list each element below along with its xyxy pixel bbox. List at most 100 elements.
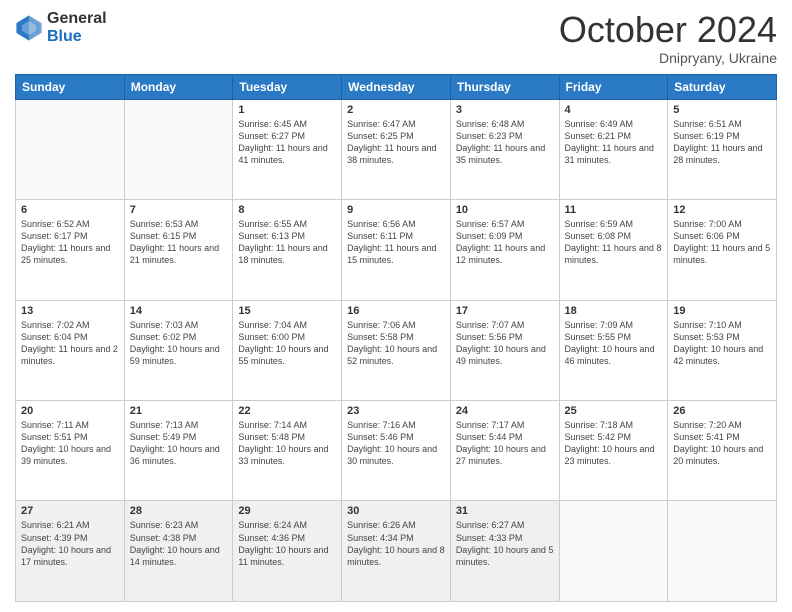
day-info: Sunrise: 6:45 AM Sunset: 6:27 PM Dayligh… [238,118,336,167]
col-wednesday: Wednesday [342,74,451,99]
day-number: 12 [673,204,771,216]
day-cell: 26Sunrise: 7:20 AM Sunset: 5:41 PM Dayli… [668,401,777,501]
day-cell: 6 Sunrise: 6:52 AM Sunset: 6:17 PM Daylig… [16,200,125,300]
day-cell: 14 Sunrise: 7:03 AM Sunset: 6:02 PM Dayli… [124,300,233,400]
day-number: 22 [238,405,336,417]
day-info: Sunrise: 7:09 AM Sunset: 5:55 PM Dayligh… [565,319,663,368]
day-cell: 11Sunrise: 6:59 AM Sunset: 6:08 PM Dayli… [559,200,668,300]
day-info: Sunrise: 7:06 AM Sunset: 5:58 PM Dayligh… [347,319,445,368]
day-cell: 19 Sunrise: 7:10 AM Sunset: 5:53 PM Dayli… [668,300,777,400]
day-cell: 25 Sunrise: 7:18 AM Sunset: 5:42 PM Dayli… [559,401,668,501]
day-info: Sunrise: 7:17 AM Sunset: 5:44 PM Dayligh… [456,419,554,468]
day-number: 14 [130,305,228,317]
col-tuesday: Tuesday [233,74,342,99]
day-cell: 21Sunrise: 7:13 AM Sunset: 5:49 PM Dayli… [124,401,233,501]
day-cell: 7 Sunrise: 6:53 AM Sunset: 6:15 PM Daylig… [124,200,233,300]
day-info: Sunrise: 6:48 AM Sunset: 6:23 PM Dayligh… [456,118,554,167]
day-info: Sunrise: 6:21 AM Sunset: 4:39 PM Dayligh… [21,519,119,568]
logo-text: General Blue [47,10,107,45]
day-number: 29 [238,505,336,517]
day-cell: 12 Sunrise: 7:00 AM Sunset: 6:06 PM Dayli… [668,200,777,300]
day-number: 26 [673,405,771,417]
day-number: 1 [238,104,336,116]
day-number: 8 [238,204,336,216]
day-info: Sunrise: 6:23 AM Sunset: 4:38 PM Dayligh… [130,519,228,568]
week-row-5: 27 Sunrise: 6:21 AM Sunset: 4:39 PM Dayli… [16,501,777,602]
title-section: October 2024 Dnipryany, Ukraine [559,10,777,66]
day-number: 4 [565,104,663,116]
day-info: Sunrise: 7:07 AM Sunset: 5:56 PM Dayligh… [456,319,554,368]
day-cell [668,501,777,602]
header: General Blue October 2024 Dnipryany, Ukr… [15,10,777,66]
day-cell: 8 Sunrise: 6:55 AM Sunset: 6:13 PM Daylig… [233,200,342,300]
day-number: 24 [456,405,554,417]
day-info: Sunrise: 6:53 AM Sunset: 6:15 PM Dayligh… [130,218,228,267]
day-number: 30 [347,505,445,517]
day-info: Sunrise: 7:14 AM Sunset: 5:48 PM Dayligh… [238,419,336,468]
day-cell: 24 Sunrise: 7:17 AM Sunset: 5:44 PM Dayli… [450,401,559,501]
month-title: October 2024 [559,10,777,50]
day-number: 6 [21,204,119,216]
week-row-3: 13 Sunrise: 7:02 AM Sunset: 6:04 PM Dayli… [16,300,777,400]
day-info: Sunrise: 6:47 AM Sunset: 6:25 PM Dayligh… [347,118,445,167]
day-number: 10 [456,204,554,216]
day-number: 5 [673,104,771,116]
day-info: Sunrise: 7:02 AM Sunset: 6:04 PM Dayligh… [21,319,119,368]
week-row-1: 1 Sunrise: 6:45 AM Sunset: 6:27 PM Daylig… [16,99,777,199]
day-info: Sunrise: 7:18 AM Sunset: 5:42 PM Dayligh… [565,419,663,468]
day-info: Sunrise: 6:56 AM Sunset: 6:11 PM Dayligh… [347,218,445,267]
day-number: 2 [347,104,445,116]
calendar-header: Sunday Monday Tuesday Wednesday Thursday… [16,74,777,99]
day-cell: 3 Sunrise: 6:48 AM Sunset: 6:23 PM Daylig… [450,99,559,199]
day-info: Sunrise: 6:26 AM Sunset: 4:34 PM Dayligh… [347,519,445,568]
day-number: 13 [21,305,119,317]
day-cell: 18 Sunrise: 7:09 AM Sunset: 5:55 PM Dayli… [559,300,668,400]
day-number: 19 [673,305,771,317]
week-row-4: 20 Sunrise: 7:11 AM Sunset: 5:51 PM Dayli… [16,401,777,501]
day-number: 18 [565,305,663,317]
day-number: 27 [21,505,119,517]
day-info: Sunrise: 6:52 AM Sunset: 6:17 PM Dayligh… [21,218,119,267]
col-monday: Monday [124,74,233,99]
day-number: 16 [347,305,445,317]
day-number: 17 [456,305,554,317]
day-info: Sunrise: 7:03 AM Sunset: 6:02 PM Dayligh… [130,319,228,368]
day-cell [16,99,125,199]
day-cell: 4Sunrise: 6:49 AM Sunset: 6:21 PM Daylig… [559,99,668,199]
day-cell: 22 Sunrise: 7:14 AM Sunset: 5:48 PM Dayli… [233,401,342,501]
col-thursday: Thursday [450,74,559,99]
day-cell [124,99,233,199]
day-number: 7 [130,204,228,216]
col-sunday: Sunday [16,74,125,99]
day-info: Sunrise: 7:00 AM Sunset: 6:06 PM Dayligh… [673,218,771,267]
location: Dnipryany, Ukraine [559,50,777,66]
logo-icon [15,14,43,42]
day-cell: 1 Sunrise: 6:45 AM Sunset: 6:27 PM Daylig… [233,99,342,199]
day-cell: 29 Sunrise: 6:24 AM Sunset: 4:36 PM Dayli… [233,501,342,602]
day-number: 3 [456,104,554,116]
day-number: 21 [130,405,228,417]
day-info: Sunrise: 6:24 AM Sunset: 4:36 PM Dayligh… [238,519,336,568]
day-number: 23 [347,405,445,417]
day-number: 11 [565,204,663,216]
day-info: Sunrise: 6:55 AM Sunset: 6:13 PM Dayligh… [238,218,336,267]
day-number: 25 [565,405,663,417]
header-row: Sunday Monday Tuesday Wednesday Thursday… [16,74,777,99]
day-cell: 16 Sunrise: 7:06 AM Sunset: 5:58 PM Dayli… [342,300,451,400]
day-cell: 31Sunrise: 6:27 AM Sunset: 4:33 PM Dayli… [450,501,559,602]
day-info: Sunrise: 7:10 AM Sunset: 5:53 PM Dayligh… [673,319,771,368]
day-cell: 30 Sunrise: 6:26 AM Sunset: 4:34 PM Dayli… [342,501,451,602]
day-number: 20 [21,405,119,417]
day-info: Sunrise: 7:16 AM Sunset: 5:46 PM Dayligh… [347,419,445,468]
day-info: Sunrise: 6:51 AM Sunset: 6:19 PM Dayligh… [673,118,771,167]
day-cell: 10Sunrise: 6:57 AM Sunset: 6:09 PM Dayli… [450,200,559,300]
page: General Blue October 2024 Dnipryany, Ukr… [0,0,792,612]
day-cell: 2 Sunrise: 6:47 AM Sunset: 6:25 PM Daylig… [342,99,451,199]
day-number: 28 [130,505,228,517]
logo-blue-text: Blue [47,28,107,46]
day-info: Sunrise: 7:11 AM Sunset: 5:51 PM Dayligh… [21,419,119,468]
col-friday: Friday [559,74,668,99]
day-cell: 13 Sunrise: 7:02 AM Sunset: 6:04 PM Dayli… [16,300,125,400]
day-number: 15 [238,305,336,317]
day-cell: 28 Sunrise: 6:23 AM Sunset: 4:38 PM Dayli… [124,501,233,602]
